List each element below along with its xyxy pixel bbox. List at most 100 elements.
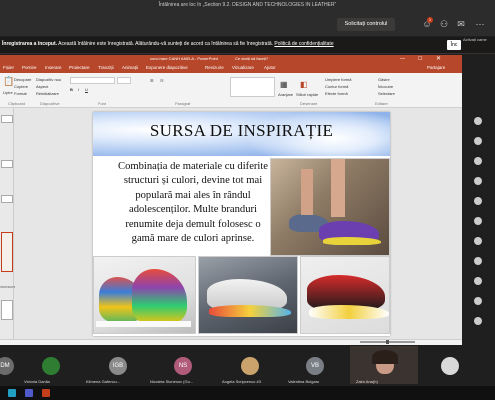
group-paragraph: Paragraf [175, 101, 191, 106]
tab-home[interactable]: Pornire [22, 65, 37, 70]
banner-close-button[interactable]: Înc [447, 40, 461, 50]
close-icon[interactable]: ✕ [436, 55, 441, 62]
select-button[interactable]: Selectare [378, 91, 395, 96]
slide-thumbnail[interactable] [1, 300, 13, 320]
privacy-policy-link[interactable]: Politică de confidențialitate [274, 41, 333, 47]
quick-styles-button[interactable]: Stiluri rapide [296, 92, 318, 97]
tab-animations[interactable]: Animații [122, 65, 138, 70]
tab-file[interactable]: Fișier [3, 65, 14, 70]
sneaker-photo-chunky[interactable] [300, 256, 390, 334]
slide-thumbnail-selected[interactable] [1, 232, 13, 272]
participant-avatar[interactable] [42, 357, 60, 375]
minimize-icon[interactable]: — [400, 56, 405, 62]
tab-design[interactable]: Proiectare [69, 65, 90, 70]
group-editing: Editare [375, 101, 388, 106]
paste-icon[interactable]: 📋 [3, 76, 14, 87]
sneaker-photo-colorful-highs[interactable] [93, 256, 196, 334]
tab-insert[interactable]: Inserare [45, 65, 62, 70]
participant-name: Valentina Bulgaru [288, 379, 320, 384]
participant-hair [372, 350, 398, 364]
participant-avatar-small[interactable] [474, 137, 482, 145]
slide-thumbnail[interactable] [1, 115, 13, 123]
participant-avatar-small[interactable] [474, 257, 482, 265]
participant-avatar-small[interactable] [474, 117, 482, 125]
request-control-button[interactable]: Solicitați controlul [337, 18, 395, 31]
participant-avatar-small[interactable] [474, 177, 482, 185]
powerpoint-icon[interactable] [42, 389, 50, 397]
activate-camera-tooltip: Activați came [463, 37, 487, 42]
tab-view[interactable]: Vizualizare [232, 65, 254, 70]
recording-started-label: Înregistrarea a început. [2, 41, 58, 47]
participant-name: Nicoleta Slonimov (Gu... [150, 379, 194, 384]
replace-button[interactable]: Înlocuire [378, 84, 393, 89]
italic-button[interactable]: I [78, 87, 79, 92]
chat-icon[interactable]: ✉ [455, 18, 467, 30]
reset-button[interactable]: Reinițializare [36, 91, 59, 96]
shapes-gallery[interactable] [230, 77, 275, 97]
zoom-slider-handle[interactable] [386, 340, 389, 344]
new-slide-button[interactable]: Diapozitiv nou [36, 77, 61, 82]
quick-styles-icon[interactable]: ◧ [300, 80, 308, 89]
participant-avatar-small[interactable] [474, 197, 482, 205]
participant-avatar[interactable]: IGB [109, 357, 127, 375]
layout-button[interactable]: Aspect [36, 84, 48, 89]
slide-title[interactable]: SURSA DE INSPIRAȚIE [93, 121, 390, 141]
bold-button[interactable]: B [70, 87, 73, 92]
ppt-search[interactable]: Ce doriți să faceți? [235, 56, 268, 61]
maximize-icon[interactable]: ☐ [418, 56, 422, 62]
cut-button[interactable]: Decupare [14, 77, 31, 82]
tab-slideshow[interactable]: Expunere diapozitive [146, 65, 188, 70]
tab-transitions[interactable]: Tranziții [98, 65, 114, 70]
underline-button[interactable]: U [85, 87, 88, 92]
copy-button[interactable]: Copiere [14, 84, 28, 89]
photoshop-icon[interactable] [8, 389, 16, 397]
participant-avatar-small[interactable] [474, 217, 482, 225]
shape-effects-button[interactable]: Efecte formă [325, 91, 348, 96]
find-button[interactable]: Găsire [378, 77, 390, 82]
teams-icon[interactable] [25, 389, 33, 397]
more-options-icon[interactable]: ⋯ [474, 18, 486, 30]
sneaker-photo-air-max[interactable] [198, 256, 298, 334]
ppt-window-title: conc.hare CANH ANELA - PowerPoint [150, 56, 218, 61]
recording-text: Înregistrarea a început. Această întâlni… [2, 41, 334, 47]
participant-avatar-small[interactable] [474, 317, 482, 325]
paste-button[interactable]: Lipire [3, 90, 13, 95]
participant-name: Kilmena Gafencu... [86, 379, 121, 384]
arrange-button[interactable]: Aranjare [278, 92, 293, 97]
participant-avatar[interactable] [441, 357, 459, 375]
tab-help[interactable]: Ajutor [264, 65, 276, 70]
participant-avatar-small[interactable] [474, 237, 482, 245]
participant-name: Victoria Danila [24, 379, 50, 384]
font-name-box[interactable] [70, 77, 115, 84]
group-slides: Diapozitive [40, 101, 60, 106]
bullets-icon[interactable]: ☰ [150, 78, 154, 83]
participant-avatar[interactable] [241, 357, 259, 375]
arrange-icon[interactable]: ▦ [280, 80, 288, 89]
numbering-icon[interactable]: ☷ [160, 78, 164, 83]
participant-avatar[interactable]: VB [306, 357, 324, 375]
participant-name: Angela Scripcenco #3 [222, 379, 261, 384]
slide-thumbnail[interactable] [1, 160, 13, 168]
participant-avatar-small[interactable] [474, 157, 482, 165]
participant-avatar-small[interactable] [474, 297, 482, 305]
sneaker-photo-legs[interactable] [270, 158, 390, 256]
people-icon[interactable]: ⚇ [438, 18, 450, 30]
shape-outline-button[interactable]: Contur formă [325, 84, 348, 89]
format-painter-button[interactable]: Format [14, 91, 27, 96]
group-font: Font [98, 101, 107, 106]
os-taskbar [0, 386, 495, 400]
font-size-box[interactable] [117, 77, 131, 84]
share-button[interactable]: Partajare [427, 65, 445, 70]
slide-thumbnail[interactable] [1, 195, 13, 203]
participant-avatar[interactable]: NS [174, 357, 192, 375]
tab-review[interactable]: Revizuire [205, 65, 224, 70]
participant-avatar-small[interactable] [474, 277, 482, 285]
shape-fill-button[interactable]: Umplere formă [325, 77, 351, 82]
slide-body-text[interactable]: Combinația de materiale cu diferite stru… [118, 160, 268, 246]
window-controls[interactable]: — ☐ ✕ [400, 56, 460, 63]
meeting-title: Întâlnirea are loc în „Section 9.2. DESI… [158, 2, 337, 8]
thumb-label: INSPIRATIE [0, 285, 17, 289]
group-drawing: Desenare [300, 101, 318, 106]
participant-name: Zaim Ana(h) [356, 379, 378, 384]
recording-notice: Această întâlnire este înregistrată. Ală… [58, 41, 273, 47]
